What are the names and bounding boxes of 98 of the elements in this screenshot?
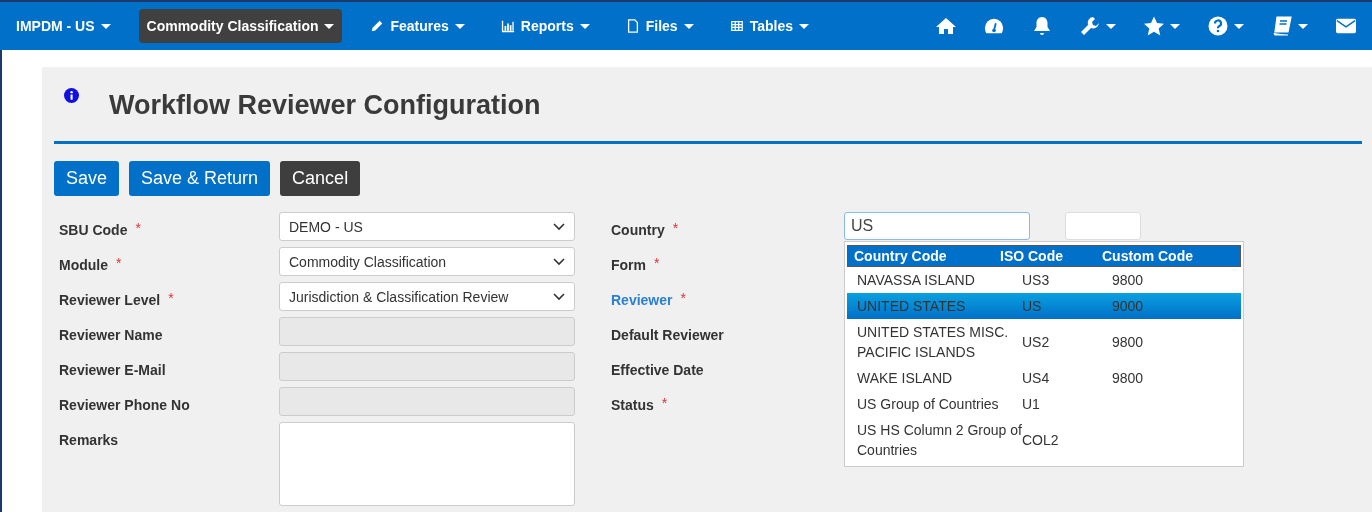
column-header: Custom Code [1102,248,1193,264]
select-value: Commodity Classification [289,253,447,270]
select-field[interactable]: Commodity Classification [279,247,575,276]
iso-code: US2 [1022,334,1051,350]
custom-code: 9800 [1112,334,1144,350]
required-mark: * [661,395,668,411]
nav-menu-item[interactable]: Reports [492,9,598,43]
star-icon [1144,16,1164,36]
input-field[interactable] [279,317,575,346]
caret-icon [100,23,111,29]
select-value: DEMO - US [289,218,363,235]
book-icon [1272,16,1292,36]
caret-icon [1298,23,1308,29]
help-icon [1208,16,1228,36]
column-header: Country Code [853,248,948,264]
select-value: Jurisdiction & Classification Review [289,288,509,305]
caret-icon [324,23,335,29]
input-field[interactable] [279,387,575,416]
caret-icon [454,23,465,29]
dropdown-option[interactable]: US Group of Countries U1 [847,391,1241,417]
country-name: UNITED STATES MISC. PACIFIC ISLANDS [856,323,1010,362]
required-mark: * [135,220,141,236]
field-label: Default Reviewer [611,327,724,343]
nav-menu-item[interactable]: Commodity Classification [138,9,343,43]
caret-icon [798,23,809,29]
column-header: ISO Code [1000,248,1064,264]
field-label: Module [59,257,108,273]
file-icon [625,19,640,33]
envelope-icon [1336,16,1356,36]
pencil-icon [370,19,385,33]
custom-code: 9800 [1112,272,1144,288]
field-label-link[interactable]: Reviewer [611,292,673,308]
field-label: SBU Code [59,222,128,238]
required-mark: * [116,255,122,271]
field-label: Effective Date [611,362,704,378]
field-label: Country [611,222,665,238]
caret-icon [1234,23,1244,29]
bar-chart-icon [500,19,515,33]
select-field[interactable]: Jurisdiction & Classification Review [279,282,575,311]
chevron-down-icon [553,257,565,266]
chevron-down-icon [553,292,565,301]
dropdown-option[interactable]: WAKE ISLAND US4 9800 [847,365,1241,391]
field-label: Reviewer Level [59,292,161,308]
dropdown-option[interactable]: NAVASSA ISLAND US3 9800 [847,267,1241,293]
custom-code: 9000 [1112,298,1144,314]
field-label: Remarks [59,432,119,448]
custom-code: 9800 [1112,370,1144,386]
question-menu[interactable] [1208,16,1244,36]
bell-menu[interactable] [1032,16,1052,36]
input-field[interactable] [279,352,575,381]
page-title: Workflow Reviewer Configuration [109,90,541,121]
required-mark: * [672,220,679,236]
book-menu[interactable] [1272,16,1308,36]
country-name: UNITED STATES [856,297,967,316]
country-input[interactable]: US [844,212,1030,240]
nav-menu-item[interactable]: Files [617,9,702,43]
required-mark: * [680,290,686,306]
gauge-icon [984,16,1004,36]
iso-code: US4 [1022,370,1051,386]
country-name: US HS Column 2 Group of Countries [856,421,1022,460]
required-mark: * [654,255,660,271]
field-label: Status [611,397,654,413]
iso-code: COL2 [1022,432,1060,448]
input-field[interactable] [1065,212,1141,240]
action-button[interactable]: Cancel [280,161,361,196]
wrench-icon [1080,16,1100,36]
action-button[interactable]: Save & Return [129,161,271,196]
gauge-menu[interactable] [984,16,1004,36]
required-mark: * [168,290,174,306]
country-name: WAKE ISLAND [856,369,954,388]
textarea-field[interactable] [279,422,575,506]
field-label: Reviewer E-Mail [59,362,166,378]
home-menu[interactable] [936,16,956,36]
nav-menu-item[interactable]: Features [362,9,473,43]
iso-code: U1 [1022,396,1041,412]
caret-icon [1106,23,1116,29]
action-button[interactable]: Save [54,161,120,196]
caret-icon [1170,23,1180,29]
info-icon[interactable] [64,88,79,103]
country-name: NAVASSA ISLAND [856,271,976,290]
home-icon [936,16,956,36]
star-menu[interactable] [1144,16,1180,36]
field-label: Reviewer Phone No [59,397,190,413]
country-name: US Group of Countries [856,395,1000,414]
bell-icon [1032,16,1052,36]
envelope-menu[interactable] [1336,16,1356,36]
iso-code: US [1022,298,1043,314]
wrench-menu[interactable] [1080,16,1116,36]
iso-code: US3 [1022,272,1051,288]
chevron-down-icon [553,222,565,231]
table-icon [729,19,744,33]
nav-menu-item[interactable]: IMPDM - US [8,9,119,43]
nav-menu-item[interactable]: Tables [721,9,817,43]
select-field[interactable]: DEMO - US [279,212,575,241]
caret-icon [579,23,590,29]
caret-icon [683,23,694,29]
field-label: Reviewer Name [59,327,163,343]
field-label: Form [611,257,646,273]
